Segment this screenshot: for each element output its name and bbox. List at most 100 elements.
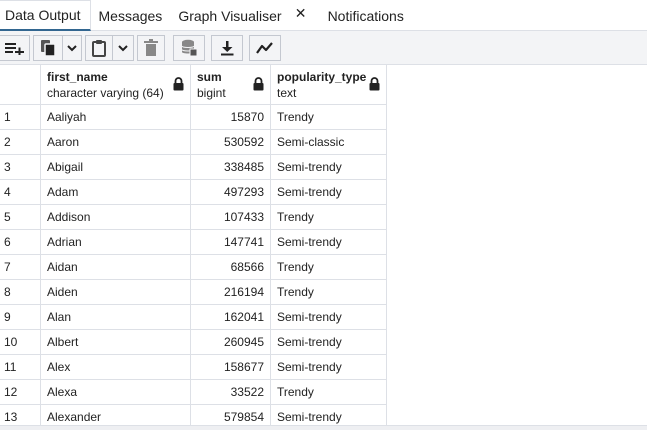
- add-row-button[interactable]: [0, 35, 30, 61]
- column-header-sum[interactable]: sum bigint: [191, 65, 271, 105]
- cell-sum[interactable]: 338485: [191, 155, 271, 180]
- cell-popularity-type[interactable]: Semi-trendy: [271, 355, 387, 380]
- cell-sum[interactable]: 497293: [191, 180, 271, 205]
- cell-sum[interactable]: 15870: [191, 105, 271, 130]
- save-data-changes-button[interactable]: [173, 35, 205, 61]
- table-row[interactable]: 4 Adam 497293 Semi-trendy: [0, 180, 387, 205]
- table-row[interactable]: 1 Aaliyah 15870 Trendy: [0, 105, 387, 130]
- tab-data-output[interactable]: Data Output: [0, 0, 91, 31]
- cell-popularity-type[interactable]: Trendy: [271, 255, 387, 280]
- cell-popularity-type[interactable]: Semi-classic: [271, 130, 387, 155]
- table-row[interactable]: 11 Alex 158677 Semi-trendy: [0, 355, 387, 380]
- column-name: popularity_type: [277, 70, 367, 84]
- row-number[interactable]: 6: [0, 230, 41, 255]
- tab-label: Graph Visualiser: [178, 7, 282, 24]
- cell-sum[interactable]: 68566: [191, 255, 271, 280]
- row-number[interactable]: 4: [0, 180, 41, 205]
- row-number[interactable]: 12: [0, 380, 41, 405]
- chevron-down-icon: [118, 45, 128, 52]
- cell-first-name[interactable]: Addison: [41, 205, 191, 230]
- graph-visualiser-button[interactable]: [249, 35, 281, 61]
- cell-first-name[interactable]: Aiden: [41, 280, 191, 305]
- cell-first-name[interactable]: Adam: [41, 180, 191, 205]
- table-row[interactable]: 5 Addison 107433 Trendy: [0, 205, 387, 230]
- table-row[interactable]: 10 Albert 260945 Semi-trendy: [0, 330, 387, 355]
- data-output-toolbar: [0, 31, 647, 65]
- row-number[interactable]: 9: [0, 305, 41, 330]
- tab-messages[interactable]: Messages: [91, 0, 171, 31]
- copy-options-dropdown[interactable]: [62, 35, 82, 61]
- horizontal-scrollbar[interactable]: [0, 425, 647, 430]
- cell-sum[interactable]: 33522: [191, 380, 271, 405]
- column-type: character varying (64): [47, 86, 164, 100]
- table-row[interactable]: 8 Aiden 216194 Trendy: [0, 280, 387, 305]
- row-number[interactable]: 11: [0, 355, 41, 380]
- cell-sum[interactable]: 158677: [191, 355, 271, 380]
- cell-popularity-type[interactable]: Trendy: [271, 105, 387, 130]
- download-icon: [221, 41, 234, 56]
- copy-button[interactable]: [33, 35, 63, 61]
- cell-popularity-type[interactable]: Semi-trendy: [271, 330, 387, 355]
- table-row[interactable]: 12 Alexa 33522 Trendy: [0, 380, 387, 405]
- cell-first-name[interactable]: Alex: [41, 355, 191, 380]
- cell-popularity-type[interactable]: Trendy: [271, 280, 387, 305]
- tab-label: Data Output: [5, 7, 81, 23]
- cell-sum[interactable]: 107433: [191, 205, 271, 230]
- close-icon[interactable]: ✕: [295, 5, 307, 22]
- add-row-icon: [4, 43, 24, 55]
- column-header-popularity-type[interactable]: popularity_type text: [271, 65, 387, 105]
- table-row[interactable]: 6 Adrian 147741 Semi-trendy: [0, 230, 387, 255]
- cell-popularity-type[interactable]: Trendy: [271, 205, 387, 230]
- cell-popularity-type[interactable]: Semi-trendy: [271, 155, 387, 180]
- row-number[interactable]: 3: [0, 155, 41, 180]
- chevron-down-icon: [67, 45, 77, 52]
- row-number[interactable]: 1: [0, 105, 41, 130]
- table-row[interactable]: 9 Alan 162041 Semi-trendy: [0, 305, 387, 330]
- cell-first-name[interactable]: Adrian: [41, 230, 191, 255]
- paste-icon: [92, 40, 106, 57]
- delete-row-button[interactable]: [137, 35, 165, 61]
- save-data-icon: [181, 39, 198, 57]
- cell-first-name[interactable]: Abigail: [41, 155, 191, 180]
- column-type: text: [277, 86, 297, 100]
- row-number[interactable]: 7: [0, 255, 41, 280]
- table-row[interactable]: 2 Aaron 530592 Semi-classic: [0, 130, 387, 155]
- cell-popularity-type[interactable]: Semi-trendy: [271, 180, 387, 205]
- lock-icon: [369, 77, 380, 91]
- cell-first-name[interactable]: Albert: [41, 330, 191, 355]
- tab-notifications[interactable]: Notifications: [314, 0, 412, 31]
- tab-label: Notifications: [327, 7, 404, 24]
- column-header-first-name[interactable]: first_name character varying (64): [41, 65, 191, 105]
- download-button[interactable]: [211, 35, 243, 61]
- copy-icon: [41, 40, 56, 57]
- cell-sum[interactable]: 530592: [191, 130, 271, 155]
- row-number[interactable]: 2: [0, 130, 41, 155]
- cell-popularity-type[interactable]: Semi-trendy: [271, 230, 387, 255]
- cell-sum[interactable]: 216194: [191, 280, 271, 305]
- cell-popularity-type[interactable]: Trendy: [271, 380, 387, 405]
- tab-graph-visualiser[interactable]: Graph Visualiser ✕: [170, 0, 313, 31]
- column-type: bigint: [197, 86, 226, 100]
- tab-label: Messages: [98, 7, 163, 24]
- table-row[interactable]: 3 Abigail 338485 Semi-trendy: [0, 155, 387, 180]
- row-number[interactable]: 5: [0, 205, 41, 230]
- cell-popularity-type[interactable]: Semi-trendy: [271, 305, 387, 330]
- cell-first-name[interactable]: Alan: [41, 305, 191, 330]
- cell-first-name[interactable]: Aaron: [41, 130, 191, 155]
- cell-first-name[interactable]: Aidan: [41, 255, 191, 280]
- column-name: first_name: [47, 70, 108, 84]
- lock-icon: [173, 77, 184, 91]
- row-number-header: [0, 65, 41, 105]
- row-number[interactable]: 10: [0, 330, 41, 355]
- cell-sum[interactable]: 162041: [191, 305, 271, 330]
- paste-button[interactable]: [85, 35, 113, 61]
- paste-options-dropdown[interactable]: [112, 35, 134, 61]
- cell-sum[interactable]: 260945: [191, 330, 271, 355]
- result-tab-bar: Data Output Messages Graph Visualiser ✕ N…: [0, 0, 647, 31]
- cell-first-name[interactable]: Aaliyah: [41, 105, 191, 130]
- graph-icon: [256, 42, 273, 54]
- table-row[interactable]: 7 Aidan 68566 Trendy: [0, 255, 387, 280]
- cell-first-name[interactable]: Alexa: [41, 380, 191, 405]
- cell-sum[interactable]: 147741: [191, 230, 271, 255]
- row-number[interactable]: 8: [0, 280, 41, 305]
